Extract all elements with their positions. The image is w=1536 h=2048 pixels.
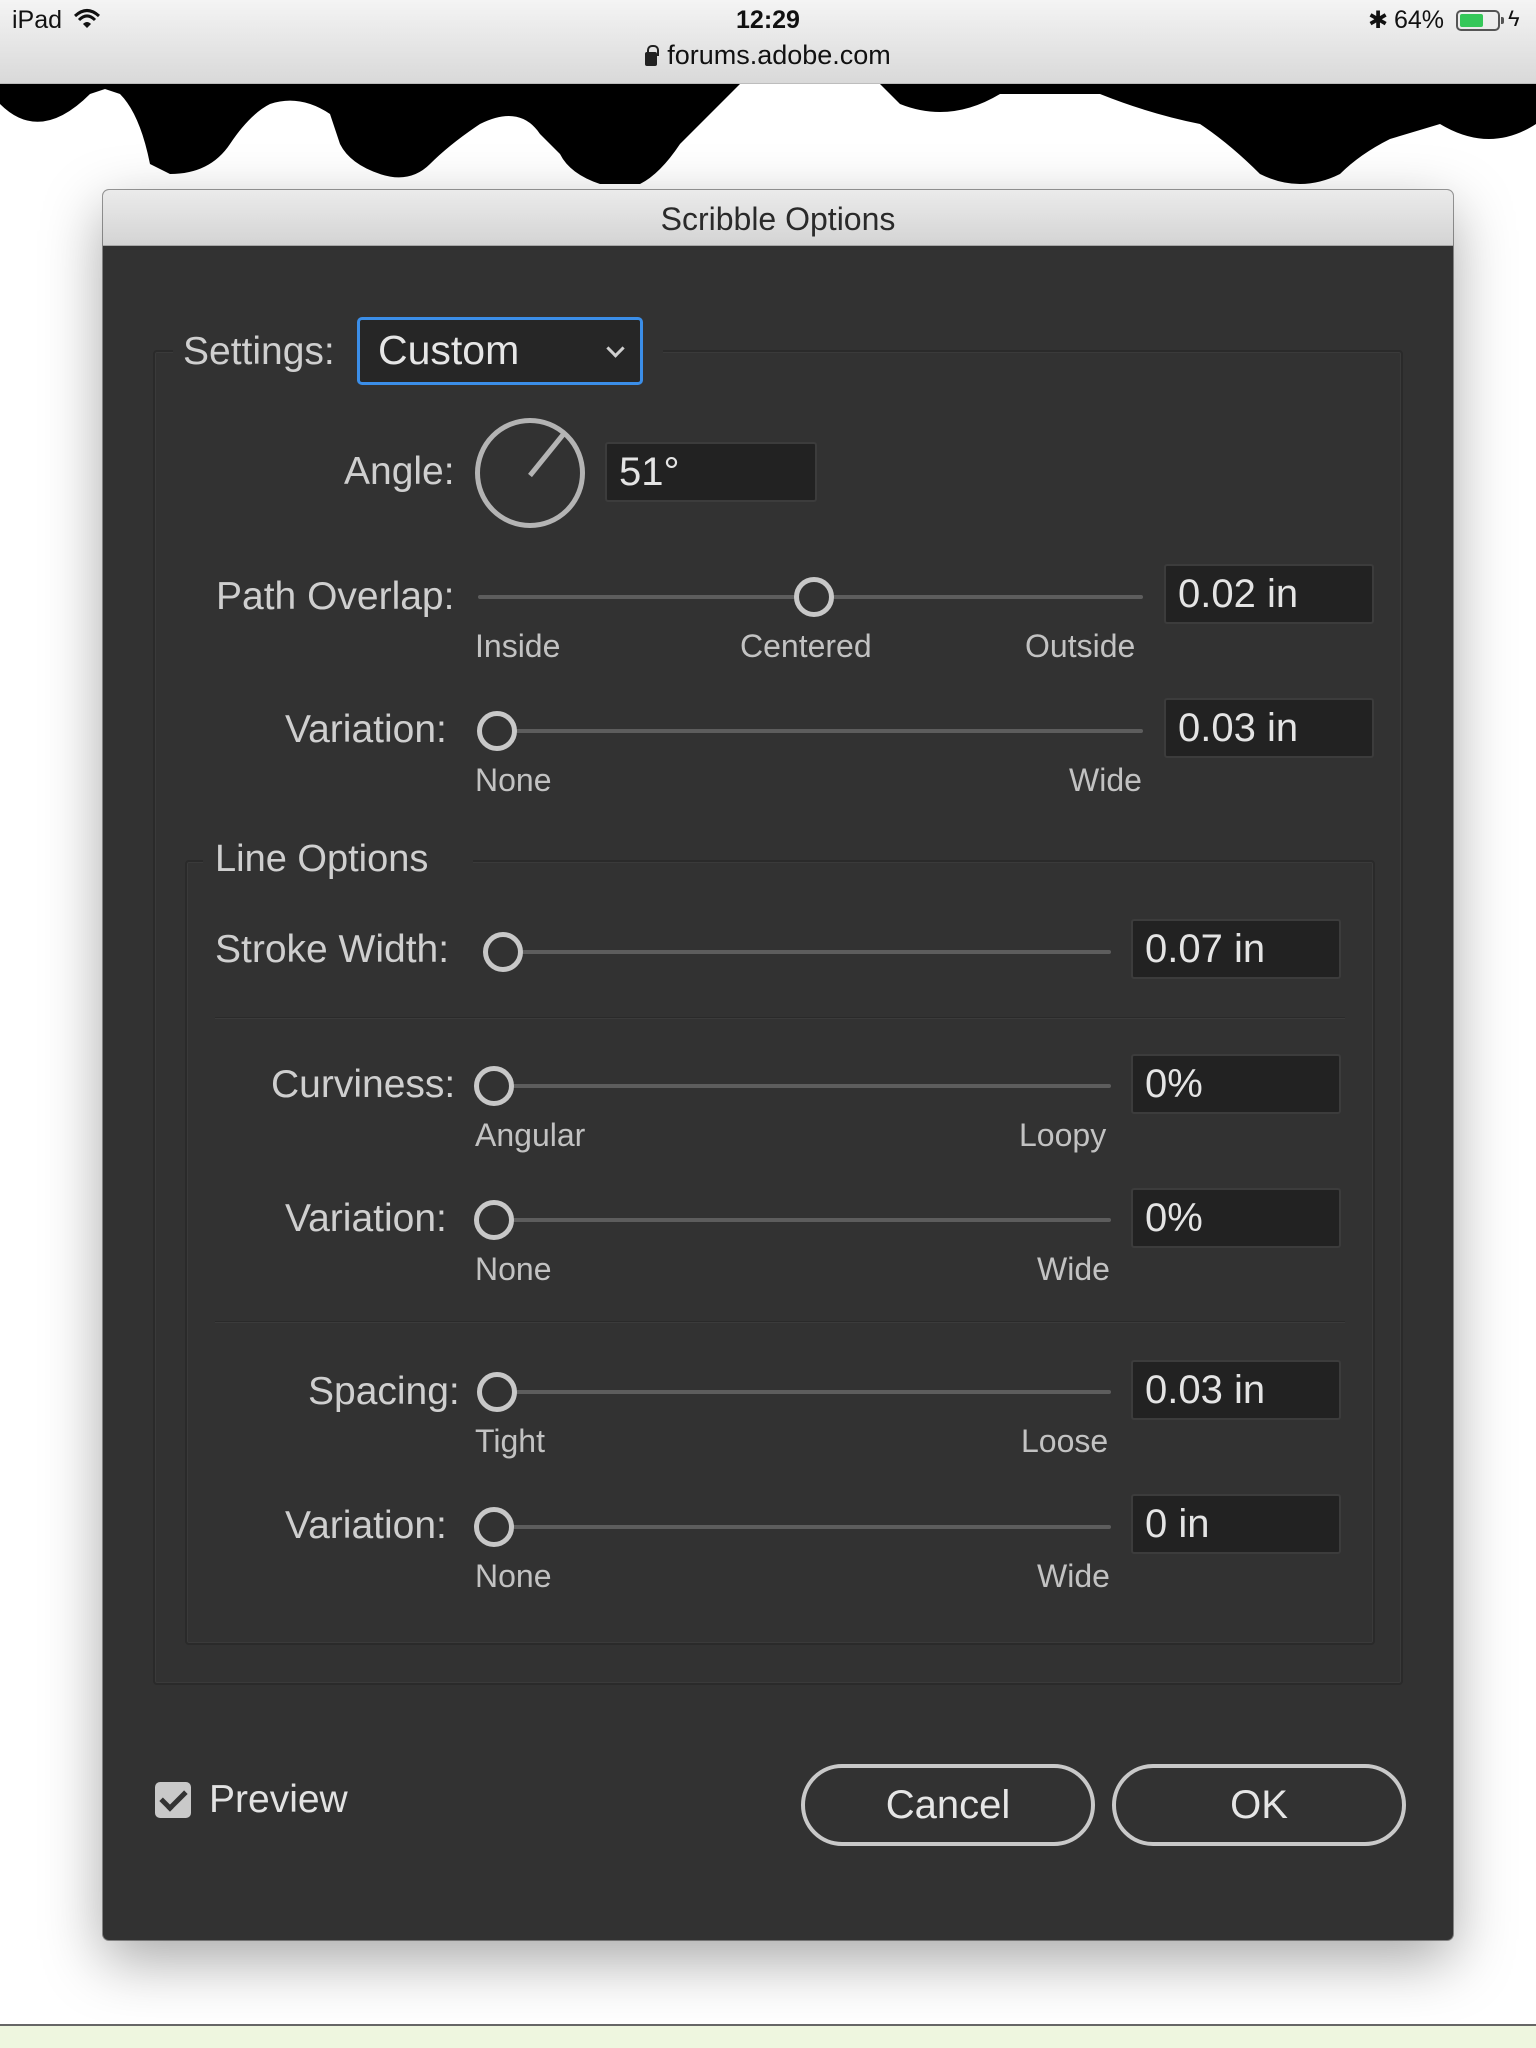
clock: 12:29 (736, 6, 800, 34)
inside-label: Inside (475, 628, 561, 664)
separator (215, 1017, 1345, 1019)
outside-label: Outside (1025, 628, 1136, 664)
stroke-width-track[interactable] (483, 950, 1111, 954)
settings-value: Custom (378, 327, 520, 373)
angle-needle (528, 431, 567, 478)
wide-label: Wide (1037, 1251, 1110, 1287)
battery-fill (1460, 14, 1483, 27)
spacing-track[interactable] (478, 1390, 1111, 1394)
angle-dial[interactable] (475, 418, 585, 528)
line-options-title: Line Options (215, 838, 429, 880)
curviness-variation-track[interactable] (478, 1218, 1111, 1222)
stroke-width-field[interactable]: 0.07 in (1131, 919, 1341, 979)
curviness-slider[interactable] (474, 1066, 514, 1106)
status-bar: iPad 12:29 forums.adobe.com ✱ 64% ϟ (0, 0, 1536, 84)
scribble-options-dialog: Scribble Options Settings: Custom Angle:… (103, 190, 1453, 1940)
path-variation-track[interactable] (478, 729, 1143, 733)
spacing-variation-label: Variation: (285, 1504, 447, 1547)
settings-dropdown[interactable]: Custom (357, 317, 643, 385)
path-overlap-label: Path Overlap: (216, 575, 455, 618)
spacing-variation-slider[interactable] (474, 1507, 514, 1547)
path-variation-slider[interactable] (477, 711, 517, 751)
wide-label: Wide (1069, 762, 1142, 798)
loopy-label: Loopy (1019, 1117, 1107, 1153)
bluetooth-icon: ✱ (1368, 7, 1389, 34)
angle-field[interactable]: 51° (605, 442, 817, 502)
path-overlap-field[interactable]: 0.02 in (1164, 564, 1374, 624)
stroke-width-slider[interactable] (483, 932, 523, 972)
url-text: forums.adobe.com (667, 40, 891, 70)
page-bottom-strip (0, 2024, 1536, 2048)
loose-label: Loose (1021, 1423, 1109, 1459)
none-label: None (475, 1558, 552, 1594)
spacing-slider[interactable] (477, 1372, 517, 1412)
url-bar[interactable]: forums.adobe.com (0, 40, 1536, 71)
curviness-label: Curviness: (271, 1063, 456, 1106)
none-label: None (475, 762, 552, 798)
ok-button[interactable]: OK (1112, 1764, 1406, 1846)
spacing-field[interactable]: 0.03 in (1131, 1360, 1341, 1420)
spacing-variation-field[interactable]: 0 in (1131, 1494, 1341, 1554)
lock-icon (645, 45, 660, 66)
path-variation-field[interactable]: 0.03 in (1164, 698, 1374, 758)
angle-label: Angle: (344, 450, 455, 493)
centered-label: Centered (740, 628, 872, 664)
separator (215, 1321, 1345, 1323)
wide-label: Wide (1037, 1558, 1110, 1594)
battery-percent: 64% (1394, 6, 1445, 34)
path-variation-label: Variation: (285, 708, 447, 751)
cancel-button[interactable]: Cancel (801, 1764, 1095, 1846)
preview-label: Preview (209, 1778, 348, 1821)
curviness-variation-label: Variation: (285, 1197, 447, 1240)
spacing-variation-track[interactable] (478, 1525, 1111, 1529)
curviness-variation-field[interactable]: 0% (1131, 1188, 1341, 1248)
curviness-variation-slider[interactable] (474, 1200, 514, 1240)
stroke-width-label: Stroke Width: (215, 928, 450, 971)
curviness-track[interactable] (478, 1084, 1111, 1088)
preview-checkbox[interactable] (155, 1782, 191, 1818)
none-label: None (475, 1251, 552, 1287)
angular-label: Angular (475, 1117, 586, 1153)
battery-icon (1456, 10, 1504, 31)
chevron-down-icon (606, 339, 625, 358)
curviness-field[interactable]: 0% (1131, 1054, 1341, 1114)
charging-icon: ϟ (1508, 6, 1520, 31)
tight-label: Tight (475, 1423, 545, 1459)
path-overlap-slider[interactable] (794, 577, 834, 617)
scribble-artwork (0, 84, 1536, 184)
dialog-title: Scribble Options (103, 190, 1453, 246)
spacing-label: Spacing: (308, 1370, 460, 1413)
settings-label: Settings: (183, 330, 335, 373)
